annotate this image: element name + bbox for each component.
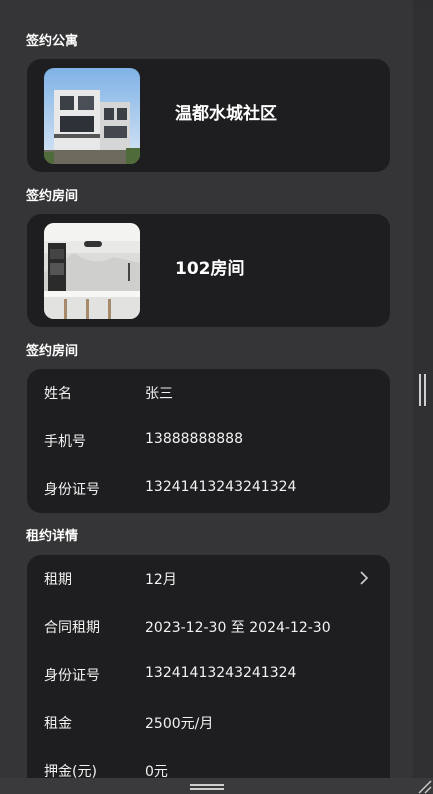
tenant-row-id: 身份证号 13241413243241324 — [44, 479, 373, 499]
lease-row-deposit: 押金(元) 0元 — [44, 761, 373, 778]
row-value: 13888888888 — [145, 431, 243, 447]
row-label: 合同租期 — [44, 620, 100, 636]
chevron-right-icon[interactable] — [357, 570, 371, 586]
lease-section-title: 租约详情 — [26, 529, 79, 544]
row-label: 押金(元) — [44, 764, 97, 778]
row-value: 12月 — [145, 572, 177, 588]
resize-corner-icon[interactable] — [416, 778, 432, 794]
bottom-drag-handle-icon[interactable] — [190, 784, 224, 790]
row-value: 2023-12-30 至 2024-12-30 — [145, 620, 331, 636]
tenant-card: 姓名 张三 手机号 13888888888 身份证号 1324141324324… — [27, 369, 390, 513]
row-label: 姓名 — [44, 386, 72, 402]
building-photo-icon — [44, 68, 140, 164]
room-name: 102房间 — [175, 259, 245, 279]
scroll-viewport[interactable]: 签约公寓 温都水城社区 签约房间 102房间 签约房间 姓名 张三 手机号 13… — [0, 0, 413, 778]
row-label: 租金 — [44, 716, 72, 732]
tenant-row-phone: 手机号 13888888888 — [44, 431, 373, 451]
splitter-grip-icon[interactable] — [419, 374, 427, 406]
row-label: 租期 — [44, 572, 72, 588]
row-value: 0元 — [145, 764, 168, 778]
row-value: 2500元/月 — [145, 716, 214, 732]
lease-card: 租期 12月 合同租期 2023-12-30 至 2024-12-30 身份证号… — [27, 555, 390, 778]
lease-row-id: 身份证号 13241413243241324 — [44, 665, 373, 685]
row-value: 张三 — [145, 386, 173, 402]
row-label: 身份证号 — [44, 482, 100, 498]
apartment-section-title: 签约公寓 — [26, 34, 79, 49]
row-value: 13241413243241324 — [145, 479, 297, 495]
room-card[interactable]: 102房间 — [27, 214, 390, 327]
row-value: 13241413243241324 — [145, 665, 297, 681]
lease-row-rent: 租金 2500元/月 — [44, 713, 373, 733]
lease-row-contract-period: 合同租期 2023-12-30 至 2024-12-30 — [44, 617, 373, 637]
tenant-row-name: 姓名 张三 — [44, 383, 373, 403]
apartment-card[interactable]: 温都水城社区 — [27, 59, 390, 172]
apartment-name: 温都水城社区 — [175, 104, 277, 124]
tenant-section-title: 签约房间 — [26, 344, 79, 359]
room-section-title: 签约房间 — [26, 189, 79, 204]
kitchen-photo-icon — [44, 223, 140, 319]
lease-row-term[interactable]: 租期 12月 — [44, 569, 373, 589]
row-label: 手机号 — [44, 434, 86, 450]
row-label: 身份证号 — [44, 668, 100, 684]
